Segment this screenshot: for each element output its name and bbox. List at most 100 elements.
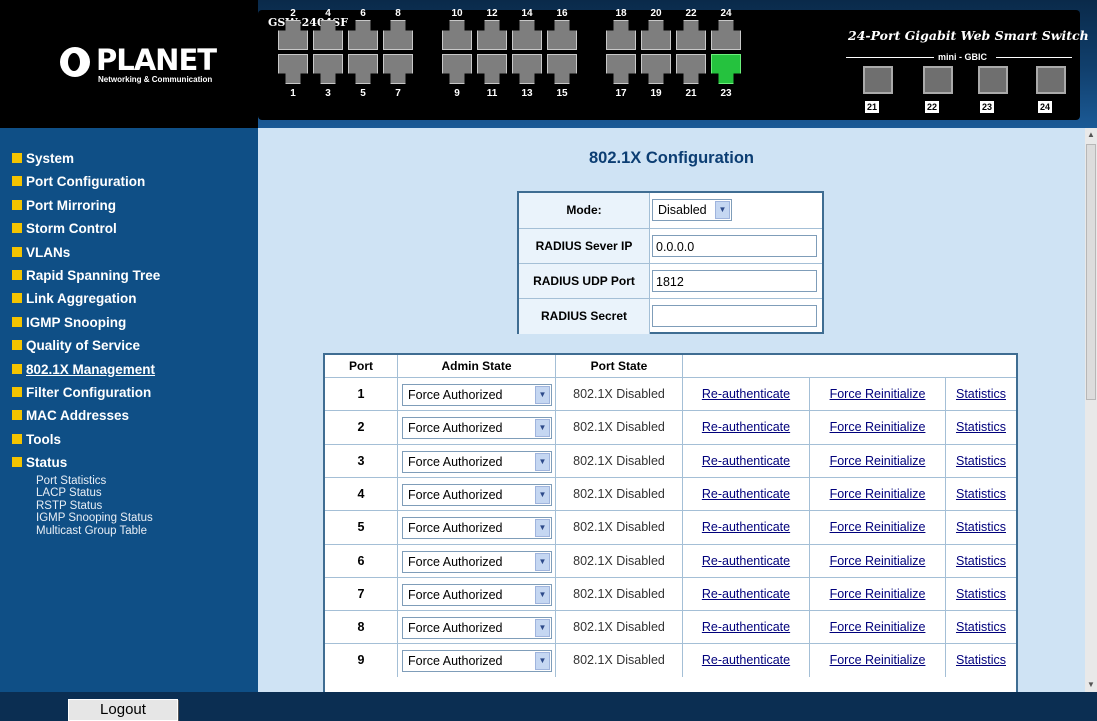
port-23[interactable] (711, 54, 741, 84)
chevron-down-icon[interactable]: ▼ (535, 519, 550, 538)
sidebar-item-link-aggregation[interactable]: Link Aggregation (12, 291, 137, 306)
statistics-link[interactable]: Statistics (946, 378, 1016, 411)
chevron-down-icon[interactable]: ▼ (535, 652, 550, 671)
admin-state-select[interactable]: Force Authorized ▼ (402, 450, 552, 473)
reauthenticate-link[interactable]: Re-authenticate (683, 577, 810, 611)
port-18[interactable] (606, 20, 636, 50)
port-9[interactable] (442, 54, 472, 84)
sidebar-item-tools[interactable]: Tools (12, 432, 61, 447)
port-7[interactable] (383, 54, 413, 84)
statistics-link[interactable]: Statistics (946, 611, 1016, 644)
scrollbar[interactable]: ▲ ▼ (1085, 128, 1097, 692)
statistics-link[interactable]: Statistics (946, 445, 1016, 478)
sidebar-item-system[interactable]: System (12, 151, 74, 166)
sidebar-item-mac-addresses[interactable]: MAC Addresses (12, 408, 129, 423)
sidebar-item-status[interactable]: Status (12, 455, 67, 470)
sidebar-item-quality-of-service[interactable]: Quality of Service (12, 338, 140, 353)
sidebar-item-rapid-spanning-tree[interactable]: Rapid Spanning Tree (12, 268, 160, 283)
reauthenticate-link[interactable]: Re-authenticate (683, 378, 810, 411)
port-17[interactable] (606, 54, 636, 84)
force-reinitialize-link[interactable]: Force Reinitialize (810, 544, 946, 578)
admin-state-select[interactable]: Force Authorized ▼ (402, 550, 552, 573)
port-8[interactable] (383, 20, 413, 50)
statistics-link[interactable]: Statistics (946, 411, 1016, 444)
reauthenticate-link[interactable]: Re-authenticate (683, 444, 810, 478)
port-13[interactable] (512, 54, 542, 84)
port-21[interactable] (676, 54, 706, 84)
chevron-down-icon[interactable]: ▼ (535, 552, 550, 571)
force-reinitialize-link[interactable]: Force Reinitialize (810, 577, 946, 611)
admin-state-select[interactable]: Force Authorized ▼ (402, 583, 552, 606)
port-11[interactable] (477, 54, 507, 84)
force-reinitialize-link[interactable]: Force Reinitialize (810, 644, 946, 678)
admin-state-select[interactable]: Force Authorized ▼ (402, 617, 552, 640)
sidebar-item-storm-control[interactable]: Storm Control (12, 221, 117, 236)
sidebar-item-vlans[interactable]: VLANs (12, 245, 70, 260)
submenu-item-multicast-group-table[interactable]: Multicast Group Table (36, 525, 147, 537)
sidebar-item-port-configuration[interactable]: Port Configuration (12, 174, 145, 189)
sfp-slot-24[interactable] (1036, 66, 1066, 94)
chevron-down-icon[interactable]: ▼ (535, 386, 550, 404)
scroll-down-icon[interactable]: ▼ (1085, 678, 1097, 692)
admin-state-select[interactable]: Force Authorized ▼ (402, 517, 552, 540)
admin-state-select[interactable]: Force Authorized ▼ (402, 417, 552, 440)
reauthenticate-link[interactable]: Re-authenticate (683, 411, 810, 445)
submenu-item-port-statistics[interactable]: Port Statistics (36, 475, 106, 487)
sidebar-item-filter-configuration[interactable]: Filter Configuration (12, 385, 151, 400)
reauthenticate-link[interactable]: Re-authenticate (683, 611, 810, 645)
radius-port-input[interactable]: 1812 (652, 270, 817, 292)
admin-state-select[interactable]: Force Authorized ▼ (402, 650, 552, 673)
sidebar-item-port-mirroring[interactable]: Port Mirroring (12, 198, 116, 213)
statistics-link[interactable]: Statistics (946, 578, 1016, 611)
port-12[interactable] (477, 20, 507, 50)
port-1[interactable] (278, 54, 308, 84)
force-reinitialize-link[interactable]: Force Reinitialize (810, 378, 946, 411)
reauthenticate-link[interactable]: Re-authenticate (683, 511, 810, 545)
statistics-link[interactable]: Statistics (946, 644, 1016, 677)
port-10[interactable] (442, 20, 472, 50)
sfp-slot-23[interactable] (978, 66, 1008, 94)
chevron-down-icon[interactable]: ▼ (535, 619, 550, 638)
port-15[interactable] (547, 54, 577, 84)
port-19[interactable] (641, 54, 671, 84)
force-reinitialize-link[interactable]: Force Reinitialize (810, 444, 946, 478)
logout-button[interactable]: Logout (68, 699, 178, 721)
force-reinitialize-link[interactable]: Force Reinitialize (810, 477, 946, 511)
sfp-slot-22[interactable] (923, 66, 953, 94)
port-20[interactable] (641, 20, 671, 50)
reauthenticate-link[interactable]: Re-authenticate (683, 544, 810, 578)
force-reinitialize-link[interactable]: Force Reinitialize (810, 411, 946, 445)
port-14[interactable] (512, 20, 542, 50)
port-6[interactable] (348, 20, 378, 50)
port-5[interactable] (348, 54, 378, 84)
chevron-down-icon[interactable]: ▼ (535, 452, 550, 471)
force-reinitialize-link[interactable]: Force Reinitialize (810, 511, 946, 545)
port-24[interactable] (711, 20, 741, 50)
sfp-slot-21[interactable] (863, 66, 893, 94)
chevron-down-icon[interactable]: ▼ (535, 419, 550, 438)
chevron-down-icon[interactable]: ▼ (535, 585, 550, 604)
scroll-up-icon[interactable]: ▲ (1085, 128, 1097, 142)
mode-select[interactable]: Disabled ▼ (652, 199, 732, 221)
port-16[interactable] (547, 20, 577, 50)
radius-ip-input[interactable]: 0.0.0.0 (652, 235, 817, 257)
statistics-link[interactable]: Statistics (946, 511, 1016, 544)
port-22[interactable] (676, 20, 706, 50)
admin-state-select[interactable]: Force Authorized ▼ (402, 384, 552, 406)
statistics-link[interactable]: Statistics (946, 478, 1016, 511)
force-reinitialize-link[interactable]: Force Reinitialize (810, 611, 946, 645)
scrollbar-thumb[interactable] (1086, 144, 1096, 400)
submenu-item-rstp-status[interactable]: RSTP Status (36, 500, 102, 512)
chevron-down-icon[interactable]: ▼ (715, 201, 730, 219)
admin-state-select[interactable]: Force Authorized ▼ (402, 483, 552, 506)
sidebar-item-802-1x-management[interactable]: 802.1X Management (12, 362, 155, 377)
submenu-item-lacp-status[interactable]: LACP Status (36, 487, 102, 499)
radius-secret-input[interactable] (652, 305, 817, 327)
reauthenticate-link[interactable]: Re-authenticate (683, 477, 810, 511)
sidebar-item-igmp-snooping[interactable]: IGMP Snooping (12, 315, 126, 330)
chevron-down-icon[interactable]: ▼ (535, 485, 550, 504)
statistics-link[interactable]: Statistics (946, 545, 1016, 578)
reauthenticate-link[interactable]: Re-authenticate (683, 644, 810, 678)
port-3[interactable] (313, 54, 343, 84)
submenu-item-igmp-snooping-status[interactable]: IGMP Snooping Status (36, 512, 153, 524)
